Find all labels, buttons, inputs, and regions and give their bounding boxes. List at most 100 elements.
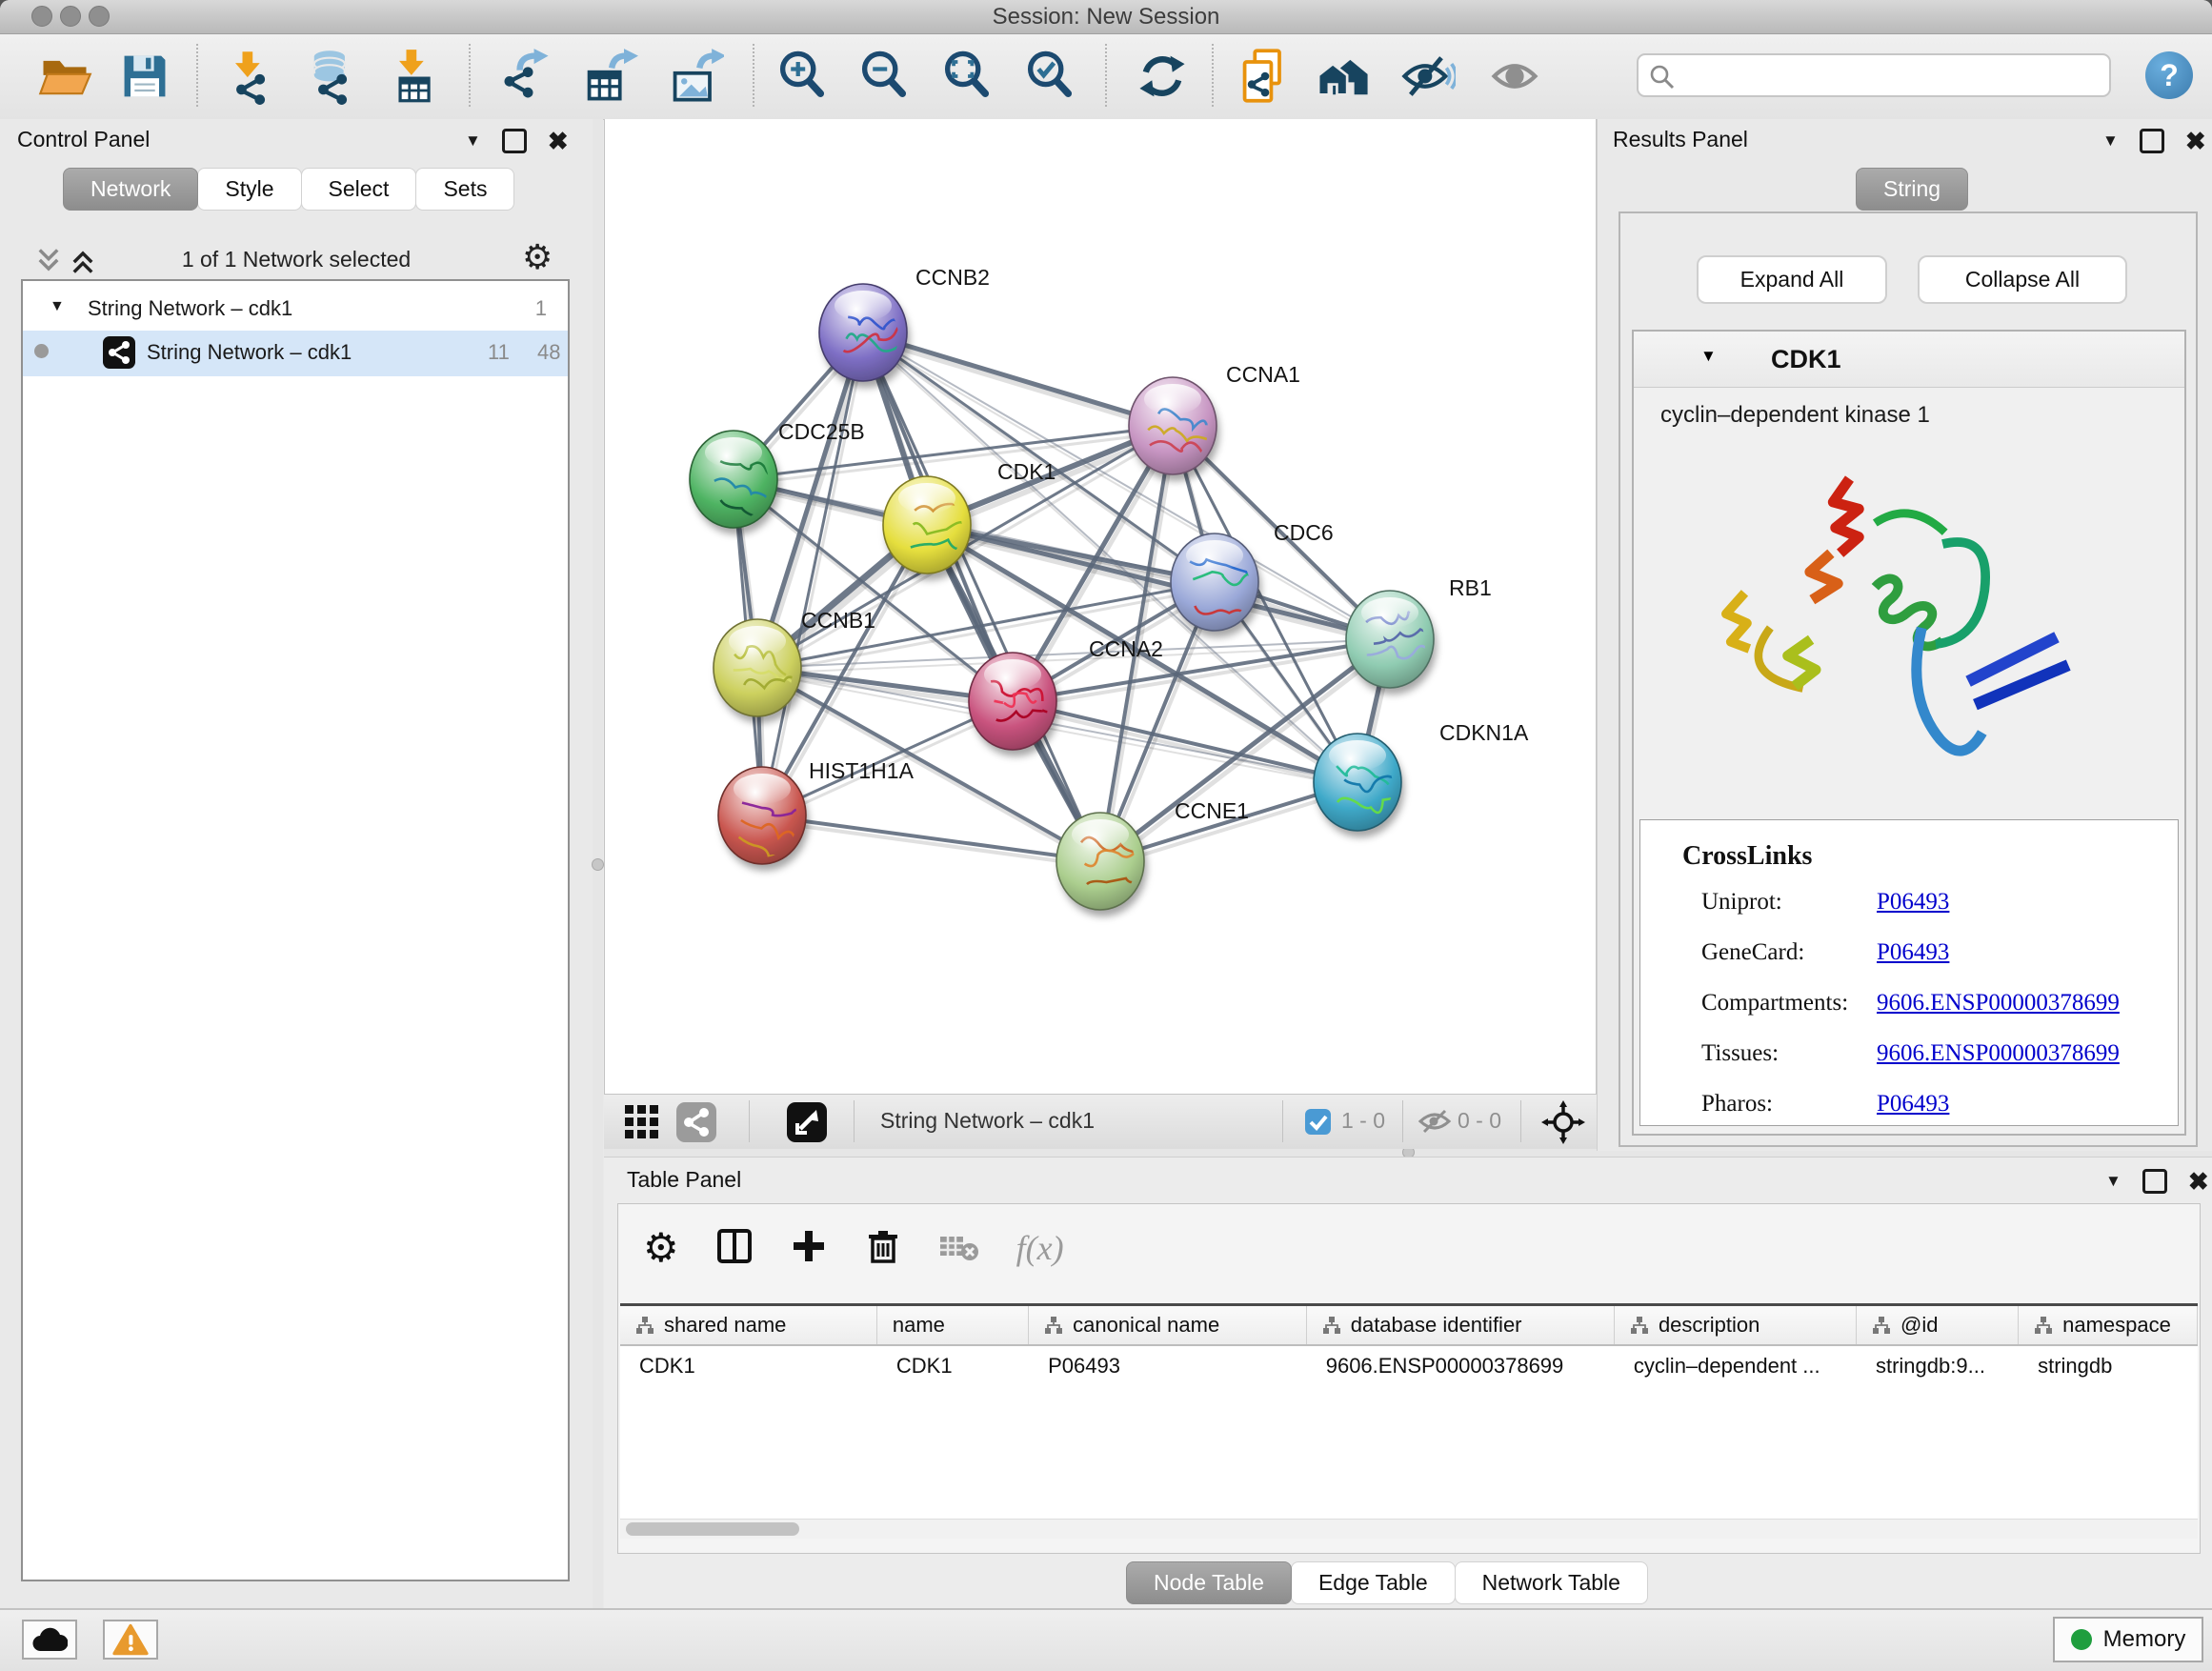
table-horizontal-scrollbar[interactable]	[620, 1519, 2198, 1539]
scrollbar-thumb[interactable]	[626, 1522, 799, 1536]
panel-menu-icon[interactable]: ▼	[2105, 1172, 2122, 1191]
crosslink-label: Compartments:	[1701, 990, 1848, 1016]
vertical-splitter[interactable]	[593, 119, 603, 1608]
network-node-CDC6[interactable]	[1171, 534, 1266, 631]
network-tree-root-row[interactable]: ▼ String Network – cdk1 1	[23, 291, 568, 332]
tab-string[interactable]: String	[1856, 168, 1968, 211]
clone-network-icon[interactable]	[1237, 48, 1294, 105]
add-column-icon[interactable]	[790, 1227, 828, 1270]
tab-edge-table[interactable]: Edge Table	[1291, 1561, 1456, 1604]
import-network-database-icon[interactable]	[303, 48, 360, 105]
network-node-CDKN1A[interactable]	[1314, 734, 1402, 831]
table-cell: CDK1	[877, 1346, 1029, 1386]
fit-content-crosshair-icon[interactable]	[1541, 1100, 1585, 1149]
network-node-RB1[interactable]	[1346, 591, 1434, 688]
toolbar-separator	[196, 44, 198, 107]
panel-menu-icon[interactable]: ▼	[465, 131, 481, 151]
float-panel-icon[interactable]	[2142, 1169, 2167, 1194]
edge-count-badge: 48	[537, 340, 560, 365]
table-cell: CDK1	[620, 1346, 877, 1386]
network-item-label: String Network – cdk1	[147, 340, 352, 365]
network-view-icon[interactable]	[676, 1102, 716, 1147]
grid-view-icon[interactable]	[625, 1105, 659, 1144]
table-cell: P06493	[1029, 1346, 1307, 1386]
close-panel-icon[interactable]: ✖	[2185, 131, 2206, 151]
export-network-icon[interactable]	[497, 48, 554, 105]
column-header-database-identifier[interactable]: database identifier	[1307, 1306, 1615, 1344]
import-network-file-icon[interactable]	[221, 48, 278, 105]
network-collection-label: String Network – cdk1	[88, 296, 292, 321]
tab-select[interactable]: Select	[301, 168, 417, 211]
toolbar-search	[1637, 53, 2111, 97]
export-image-icon[interactable]	[667, 48, 724, 105]
crosslink-link[interactable]: 9606.ENSP00000378699	[1877, 1040, 2120, 1067]
network-selection-status: 1 of 1 Network selected	[0, 247, 593, 272]
network-node-CCNA2[interactable]	[969, 653, 1061, 750]
column-header-namespace[interactable]: namespace	[2019, 1306, 2198, 1344]
crosslink-link[interactable]: P06493	[1877, 939, 1949, 966]
hide-unhide-icon[interactable]	[1398, 48, 1456, 105]
column-header-shared-name[interactable]: shared name	[620, 1306, 877, 1344]
save-session-icon[interactable]	[116, 48, 173, 105]
help-button[interactable]: ?	[2145, 51, 2193, 99]
float-panel-icon[interactable]	[502, 129, 527, 153]
zoom-in-icon[interactable]	[774, 48, 831, 105]
float-panel-icon[interactable]	[2140, 129, 2164, 153]
tree-expander-icon[interactable]: ▼	[50, 298, 65, 315]
network-tree-item-row[interactable]: String Network – cdk1 11 48	[23, 331, 568, 376]
search-icon	[1648, 63, 1677, 96]
tab-style[interactable]: Style	[197, 168, 301, 211]
network-edge[interactable]	[863, 332, 1173, 426]
tab-sets[interactable]: Sets	[415, 168, 514, 211]
cloud-status-button[interactable]	[22, 1620, 77, 1660]
collapse-section-icon[interactable]: ▼	[1700, 347, 1717, 366]
column-header-@id[interactable]: @id	[1857, 1306, 2019, 1344]
show-eye-icon[interactable]	[1486, 48, 1543, 105]
warnings-button[interactable]	[103, 1620, 158, 1660]
tab-network-table[interactable]: Network Table	[1455, 1561, 1648, 1604]
zoom-selected-icon[interactable]	[1021, 48, 1078, 105]
column-attribute-icon	[1630, 1316, 1649, 1335]
column-header-description[interactable]: description	[1615, 1306, 1857, 1344]
show-columns-icon[interactable]	[715, 1227, 754, 1270]
column-header-name[interactable]: name	[877, 1306, 1029, 1344]
tab-network[interactable]: Network	[63, 168, 198, 211]
network-node-HIST1H1A[interactable]	[718, 767, 814, 864]
close-panel-icon[interactable]: ✖	[548, 131, 569, 151]
zoom-fit-icon[interactable]	[938, 48, 995, 105]
zoom-out-icon[interactable]	[855, 48, 913, 105]
import-table-icon[interactable]	[385, 48, 442, 105]
open-session-icon[interactable]	[36, 48, 93, 105]
crosslink-label: GeneCard:	[1701, 939, 1804, 965]
memory-status-dot	[2071, 1629, 2092, 1650]
export-table-icon[interactable]	[581, 48, 638, 105]
crosslink-link[interactable]: P06493	[1877, 1091, 1949, 1117]
crosslink-link[interactable]: 9606.ENSP00000378699	[1877, 990, 2120, 1017]
tab-node-table[interactable]: Node Table	[1126, 1561, 1292, 1604]
protein-structure-image	[1700, 442, 2120, 814]
search-input[interactable]	[1682, 58, 2105, 92]
selected-checkbox-icon[interactable]	[1305, 1109, 1331, 1139]
hidden-eye-icon[interactable]	[1418, 1107, 1452, 1140]
delete-column-trash-icon[interactable]	[864, 1227, 902, 1270]
collapse-all-button[interactable]: Collapse All	[1918, 255, 2127, 304]
node-details-header[interactable]: ▼ CDK1	[1634, 332, 2184, 388]
network-canvas[interactable]: CCNB2CCNA1CDC25BCDK1CDC6RB1CCNB1CCNA2CDK…	[604, 119, 1597, 1094]
memory-status-button[interactable]: Memory	[2053, 1617, 2203, 1662]
hidden-count: 0 - 0	[1458, 1108, 1501, 1134]
splitter-handle[interactable]	[592, 858, 604, 871]
column-header-canonical-name[interactable]: canonical name	[1029, 1306, 1307, 1344]
close-panel-icon[interactable]: ✖	[2188, 1172, 2209, 1191]
expand-all-button[interactable]: Expand All	[1697, 255, 1887, 304]
crosslink-link[interactable]: P06493	[1877, 889, 1949, 916]
panel-menu-icon[interactable]: ▼	[2102, 131, 2119, 151]
column-header-label: database identifier	[1351, 1313, 1522, 1338]
refresh-layout-icon[interactable]	[1134, 48, 1191, 105]
separator	[1282, 1100, 1283, 1142]
table-row[interactable]: CDK1CDK1P064939606.ENSP00000378699cyclin…	[620, 1346, 2198, 1386]
network-graph[interactable]: CCNB2CCNA1CDC25BCDK1CDC6RB1CCNB1CCNA2CDK…	[605, 119, 1596, 1092]
table-settings-gear-icon[interactable]: ⚙	[643, 1229, 679, 1267]
network-options-gear-icon[interactable]: ⚙	[522, 237, 553, 277]
home-networks-icon[interactable]	[1317, 48, 1374, 105]
birds-eye-view-icon[interactable]	[787, 1102, 827, 1147]
